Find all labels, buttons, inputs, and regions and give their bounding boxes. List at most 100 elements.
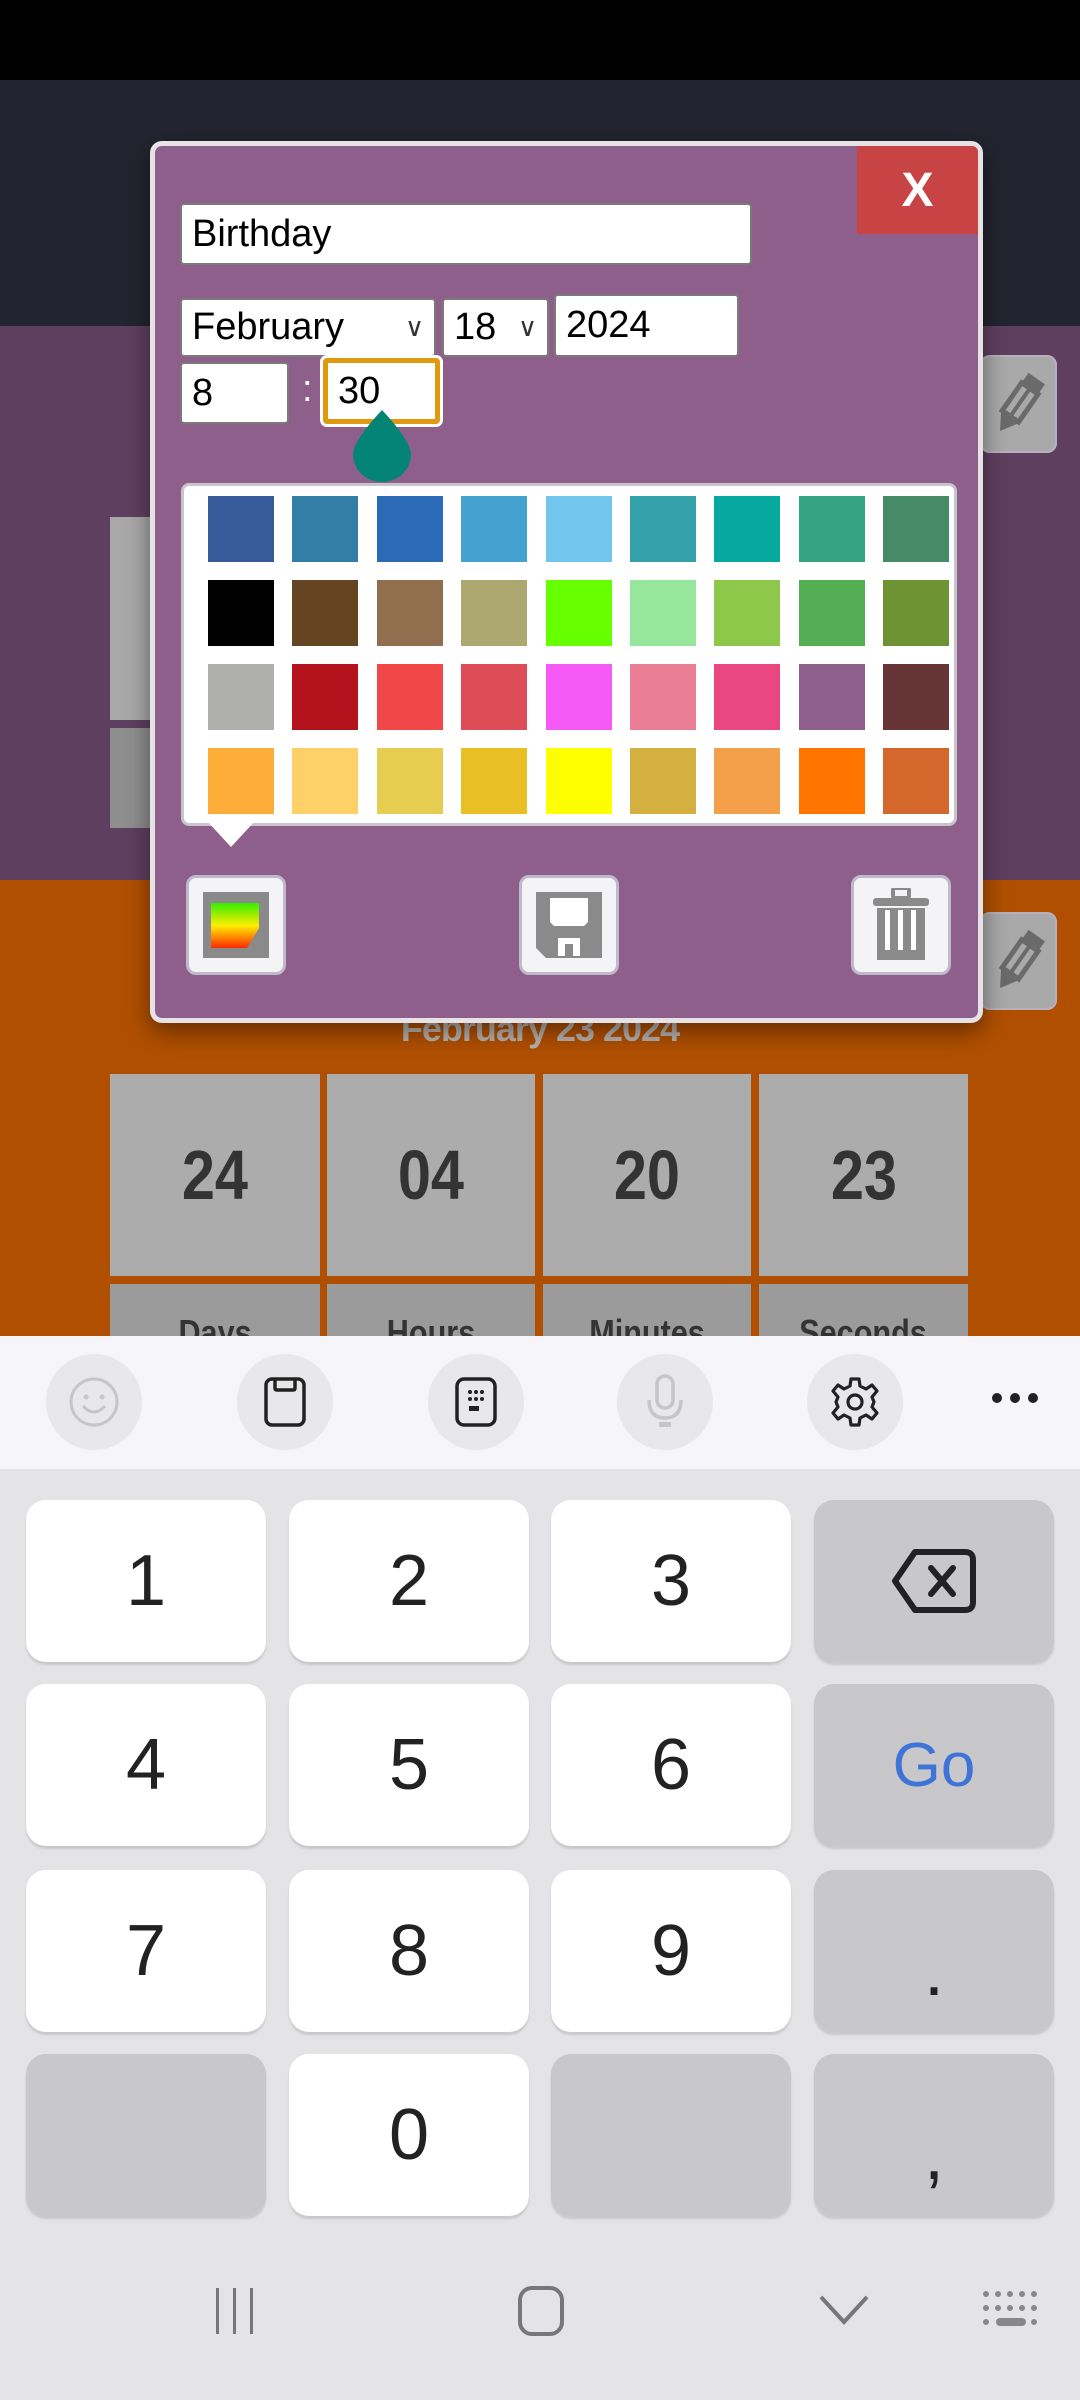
period-key[interactable]: . (814, 1870, 1054, 2032)
color-swatch[interactable] (208, 748, 274, 814)
home-button[interactable] (516, 2286, 566, 2341)
color-swatch[interactable] (292, 496, 359, 562)
countdown-value: 23 (830, 1136, 897, 1214)
color-swatch[interactable] (376, 580, 443, 646)
blank-key-left[interactable] (26, 2054, 266, 2216)
numeric-keyboard: 1 2 3 4 5 6 Go 7 8 9 . 0 , (0, 1469, 1080, 2246)
color-swatch[interactable] (461, 496, 528, 562)
countdown-seconds: 23 (759, 1074, 968, 1276)
keyboard-settings-button[interactable] (807, 1354, 903, 1450)
close-button[interactable]: X (857, 146, 978, 234)
countdown-label-days: Days (110, 1284, 320, 1336)
color-picker-button[interactable] (186, 875, 286, 975)
keyboard-switch-button[interactable] (982, 2290, 1040, 2337)
color-swatch[interactable] (461, 748, 528, 814)
recent-apps-button[interactable] (210, 2286, 260, 2341)
key-3[interactable]: 3 (551, 1500, 791, 1662)
keyboard-toolbar (0, 1336, 1080, 1469)
color-swatch[interactable] (798, 748, 865, 814)
color-swatch[interactable] (545, 664, 612, 730)
voice-input-button[interactable] (617, 1354, 713, 1450)
color-swatch[interactable] (714, 748, 781, 814)
countdown-hours: 04 (327, 1074, 535, 1276)
color-swatch[interactable] (798, 664, 865, 730)
color-swatch[interactable] (630, 580, 696, 646)
month-select[interactable]: February ∨ (180, 298, 436, 357)
color-swatch[interactable] (376, 496, 443, 562)
color-swatch[interactable] (883, 748, 950, 814)
floppy-disk-icon (536, 892, 602, 958)
key-8[interactable]: 8 (289, 1870, 529, 2032)
home-icon (518, 2286, 564, 2336)
color-swatch[interactable] (292, 664, 359, 730)
countdown-days: 24 (110, 1074, 320, 1276)
event-title-input[interactable]: Birthday (180, 203, 752, 265)
color-swatch[interactable] (208, 664, 274, 730)
delete-button[interactable] (851, 875, 951, 975)
color-swatch[interactable] (461, 580, 528, 646)
key-1[interactable]: 1 (26, 1500, 266, 1662)
edit-event-button[interactable] (980, 355, 1057, 453)
numeric-keypad-button[interactable] (428, 1354, 524, 1450)
color-swatch[interactable] (630, 664, 696, 730)
color-swatch[interactable] (545, 748, 612, 814)
color-swatch[interactable] (798, 580, 865, 646)
edit-event-dialog: X Birthday February ∨ 18 ∨ 2024 8 : 30 (150, 141, 983, 1023)
microphone-icon (647, 1374, 683, 1427)
clipboard-button[interactable] (237, 1354, 333, 1450)
month-value: February (192, 306, 345, 348)
countdown-value: 24 (181, 1136, 249, 1214)
color-swatch[interactable] (545, 580, 612, 646)
hour-input[interactable]: 8 (180, 362, 289, 424)
key-7[interactable]: 7 (26, 1870, 266, 2032)
countdown-label-seconds: Seconds (759, 1284, 968, 1336)
year-input[interactable]: 2024 (554, 294, 739, 357)
color-swatch[interactable] (630, 496, 696, 562)
back-button[interactable] (818, 2294, 870, 2331)
color-swatch[interactable] (545, 496, 612, 562)
more-icon (992, 1393, 1038, 1403)
color-swatch[interactable] (376, 748, 443, 814)
countdown-label-hours: Hours (327, 1284, 535, 1336)
edit-event-button[interactable] (980, 912, 1057, 1010)
time-separator: : (302, 368, 313, 410)
color-swatch[interactable] (292, 580, 359, 646)
key-6[interactable]: 6 (551, 1684, 791, 1846)
save-button[interactable] (519, 875, 619, 975)
backspace-icon (892, 1549, 976, 1613)
color-swatch[interactable] (714, 496, 781, 562)
key-2[interactable]: 2 (289, 1500, 529, 1662)
color-swatch[interactable] (630, 748, 696, 814)
keyboard-switch-icon (983, 2291, 1037, 2326)
color-swatch[interactable] (883, 664, 950, 730)
key-9[interactable]: 9 (551, 1870, 791, 2032)
emoji-button[interactable] (46, 1354, 142, 1450)
go-key[interactable]: Go (814, 1684, 1054, 1846)
color-swatch[interactable] (714, 580, 781, 646)
blank-key-right[interactable] (551, 2054, 791, 2216)
comma-key[interactable]: , (814, 2054, 1054, 2216)
color-swatch[interactable] (292, 748, 359, 814)
chevron-down-icon: ∨ (404, 312, 424, 342)
color-swatch[interactable] (208, 580, 274, 646)
color-swatch[interactable] (883, 496, 950, 562)
key-4[interactable]: 4 (26, 1684, 266, 1846)
color-gradient-icon (203, 892, 269, 958)
color-swatch[interactable] (883, 580, 950, 646)
system-nav-bar (0, 2246, 1080, 2400)
day-select[interactable]: 18 ∨ (442, 298, 549, 357)
color-swatch[interactable] (208, 496, 274, 562)
recent-apps-icon (216, 2288, 253, 2334)
key-5[interactable]: 5 (289, 1684, 529, 1846)
color-swatch[interactable] (461, 664, 528, 730)
text-cursor-handle[interactable] (353, 410, 411, 482)
countdown-value: 04 (397, 1136, 465, 1214)
backspace-key[interactable] (814, 1500, 1054, 1662)
day-value: 18 (454, 306, 497, 348)
color-swatch[interactable] (376, 664, 443, 730)
more-options-button[interactable] (990, 1390, 1040, 1411)
key-0[interactable]: 0 (289, 2054, 529, 2216)
color-palette (181, 483, 957, 826)
color-swatch[interactable] (714, 664, 781, 730)
color-swatch[interactable] (798, 496, 865, 562)
